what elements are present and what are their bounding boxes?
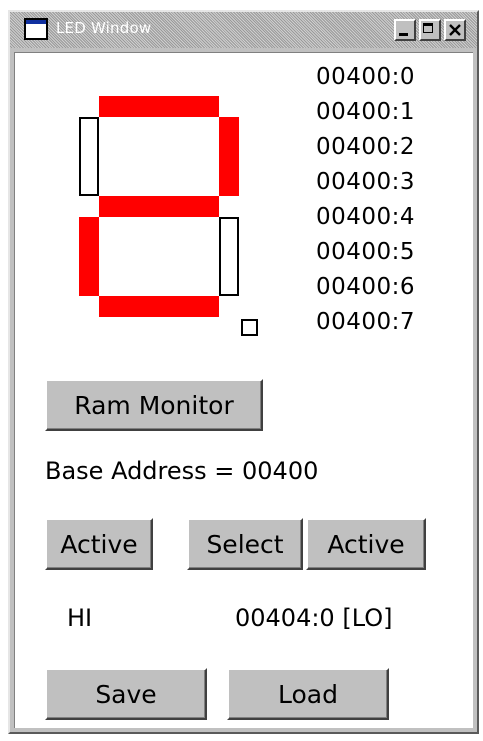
- segment-e: [79, 217, 99, 296]
- close-icon[interactable]: [444, 19, 466, 41]
- address-item: 00400:6: [316, 274, 416, 300]
- address-item: 00400:0: [316, 64, 416, 90]
- ram-monitor-button[interactable]: Ram Monitor: [45, 379, 263, 431]
- segment-d: [99, 296, 219, 317]
- save-button[interactable]: Save: [45, 668, 207, 720]
- maximize-icon[interactable]: [419, 19, 441, 41]
- hi-label: HI: [67, 604, 93, 632]
- minimize-icon[interactable]: [394, 19, 416, 41]
- address-item: 00400:5: [316, 239, 416, 265]
- active-left-button[interactable]: Active: [45, 518, 153, 570]
- address-item: 00400:3: [316, 169, 416, 195]
- select-button[interactable]: Select: [187, 518, 303, 570]
- lo-address-label: 00404:0 [LO]: [235, 604, 393, 632]
- window-icon[interactable]: [24, 18, 48, 40]
- title-bar[interactable]: LED Window: [10, 12, 477, 48]
- address-list: 00400:0 00400:1 00400:2 00400:3 00400:4 …: [316, 60, 415, 340]
- address-item: 00400:2: [316, 134, 416, 160]
- address-item: 00400:1: [316, 99, 416, 125]
- window-title: LED Window: [56, 19, 152, 37]
- led-window: LED Window 00400:0 00400:1 00400:2 00400…: [8, 10, 479, 734]
- segment-g: [99, 196, 219, 217]
- base-address-label: Base Address = 00400: [45, 457, 319, 485]
- segment-b: [219, 117, 239, 196]
- load-button[interactable]: Load: [227, 668, 389, 720]
- window-client-area: 00400:0 00400:1 00400:2 00400:3 00400:4 …: [14, 52, 473, 728]
- segment-a: [99, 96, 219, 117]
- address-item: 00400:4: [316, 204, 416, 230]
- address-item: 00400:7: [316, 309, 416, 335]
- active-right-button[interactable]: Active: [306, 518, 426, 570]
- segment-f: [79, 117, 99, 196]
- segment-c: [219, 217, 239, 296]
- segment-dp: [241, 319, 258, 336]
